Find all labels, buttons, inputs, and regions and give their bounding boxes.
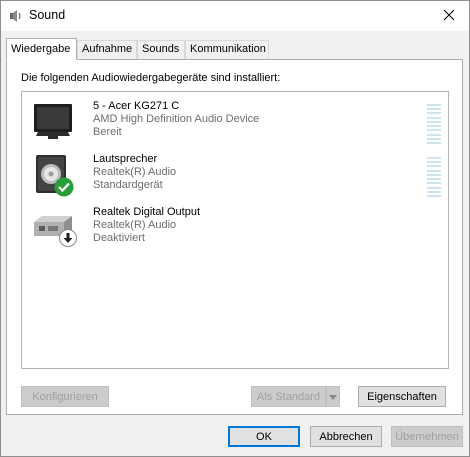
apply-button[interactable]: Übernehmen (391, 426, 463, 447)
device-name: Lautsprecher (93, 153, 158, 165)
tab-sounds[interactable]: Sounds (137, 40, 185, 59)
device-driver: AMD High Definition Audio Device (93, 113, 260, 125)
monitor-icon (30, 100, 76, 146)
close-button[interactable] (429, 1, 469, 31)
tab-label: Sounds (142, 43, 180, 55)
list-item-realtek-digital-output[interactable]: Realtek Digital Output Realtek(R) Audio … (22, 204, 448, 256)
ok-button[interactable]: OK (228, 426, 300, 447)
device-name: Realtek Digital Output (93, 206, 200, 218)
volume-level-meter (427, 157, 441, 197)
properties-button[interactable]: Eigenschaften (358, 386, 446, 407)
panel-heading: Die folgenden Audiowiedergabegeräte sind… (21, 72, 281, 84)
tab-label: Wiedergabe (11, 43, 71, 55)
set-default-button[interactable]: Als Standard (251, 386, 326, 407)
default-checkmark-icon (54, 177, 74, 200)
list-item-acer-monitor[interactable]: 5 - Acer KG271 C AMD High Definition Aud… (22, 98, 448, 150)
tab-label: Aufnahme (82, 43, 133, 55)
configure-button[interactable]: Konfigurieren (21, 386, 109, 407)
set-default-dropdown-button[interactable] (326, 386, 340, 407)
tab-aufnahme[interactable]: Aufnahme (77, 40, 137, 59)
close-icon (443, 9, 455, 24)
speaker-icon (9, 9, 23, 23)
device-driver: Realtek(R) Audio (93, 219, 177, 231)
playback-panel: Die folgenden Audiowiedergabegeräte sind… (6, 59, 463, 415)
tab-label: Kommunikation (190, 43, 266, 55)
sound-dialog: Sound Wiedergabe Aufnahme Sounds Kommuni… (0, 0, 470, 457)
chevron-down-icon (329, 390, 337, 404)
device-info: Lautsprecher Realtek(R) Audio Standardge… (93, 153, 176, 192)
device-info: Realtek Digital Output Realtek(R) Audio … (93, 206, 200, 245)
device-status: Bereit (93, 126, 122, 138)
window-title: Sound (29, 8, 66, 22)
device-driver: Realtek(R) Audio (93, 166, 177, 178)
device-name: 5 - Acer KG271 C (93, 100, 180, 112)
cancel-button[interactable]: Abbrechen (310, 426, 382, 447)
device-list: 5 - Acer KG271 C AMD High Definition Aud… (21, 91, 449, 369)
device-status: Standardgerät (93, 179, 163, 191)
disabled-arrow-icon (59, 229, 77, 250)
list-item-lautsprecher[interactable]: Lautsprecher Realtek(R) Audio Standardge… (22, 151, 448, 203)
title-bar: Sound (1, 1, 469, 31)
device-info: 5 - Acer KG271 C AMD High Definition Aud… (93, 100, 259, 139)
tab-wiedergabe[interactable]: Wiedergabe (6, 38, 77, 60)
device-status: Deaktiviert (93, 232, 145, 244)
tab-kommunikation[interactable]: Kommunikation (185, 40, 269, 59)
volume-level-meter (427, 104, 441, 144)
